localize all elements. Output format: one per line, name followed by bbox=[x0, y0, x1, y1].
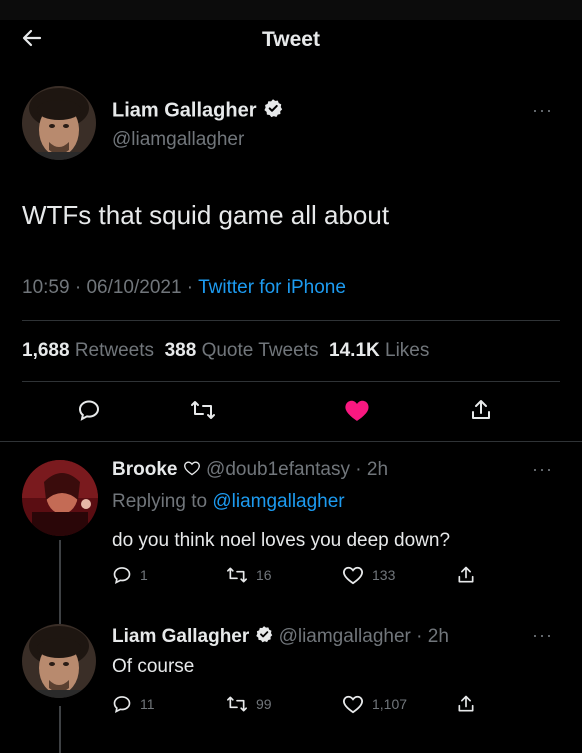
thread-line bbox=[59, 540, 61, 630]
page-title: Tweet bbox=[262, 28, 320, 51]
reply-button[interactable] bbox=[72, 393, 106, 427]
quotes-stat[interactable]: 388 Quote Tweets bbox=[165, 340, 319, 361]
tweet-date: 06/10/2021 bbox=[86, 277, 182, 298]
tweet-stats: 1,688 Retweets 388 Quote Tweets 14.1K Li… bbox=[22, 340, 429, 362]
replying-to-link[interactable]: @liamgallagher bbox=[212, 491, 344, 512]
like-count: 1,107 bbox=[372, 696, 408, 712]
retweet-icon bbox=[191, 401, 215, 419]
reply-count: 1 bbox=[140, 567, 148, 583]
verified-badge-icon bbox=[255, 625, 273, 649]
reply-author-name[interactable]: Liam Gallagher bbox=[112, 626, 249, 647]
reply-icon bbox=[78, 400, 100, 421]
likes-stat[interactable]: 14.1K Likes bbox=[329, 340, 429, 361]
reply-author-name[interactable]: Brooke bbox=[112, 459, 177, 480]
like-button[interactable]: 133 bbox=[342, 565, 395, 585]
back-arrow-icon bbox=[22, 29, 42, 47]
retweet-button[interactable] bbox=[186, 393, 220, 427]
tweet-meta: 10:59 · 06/10/2021 · Twitter for iPhone bbox=[22, 277, 346, 298]
heart-icon bbox=[343, 566, 363, 585]
tweet-text: WTFs that squid game all about bbox=[22, 200, 390, 230]
reply-time: 2h bbox=[366, 459, 389, 480]
like-button[interactable]: 1,107 bbox=[342, 694, 407, 714]
more-icon: ··· bbox=[532, 459, 553, 479]
retweet-count: 99 bbox=[256, 696, 272, 712]
heart-icon bbox=[343, 695, 363, 714]
avatar[interactable] bbox=[22, 460, 98, 536]
more-icon: ··· bbox=[532, 100, 553, 120]
author-handle[interactable]: @liamgallagher bbox=[112, 129, 244, 151]
reply-author-handle[interactable]: @liamgallagher bbox=[279, 626, 411, 647]
retweet-button[interactable]: 99 bbox=[226, 694, 272, 714]
share-button[interactable] bbox=[464, 393, 498, 427]
retweet-icon bbox=[226, 567, 247, 583]
share-icon bbox=[472, 400, 490, 419]
avatar[interactable] bbox=[22, 624, 96, 698]
retweet-count: 16 bbox=[256, 567, 272, 583]
share-icon bbox=[458, 695, 474, 712]
reply-button[interactable]: 11 bbox=[112, 694, 155, 714]
reply-icon bbox=[113, 696, 131, 714]
more-icon: ··· bbox=[532, 625, 553, 645]
reply-text: Of course bbox=[112, 656, 195, 677]
reply-count: 11 bbox=[140, 696, 155, 712]
more-button[interactable]: ··· bbox=[532, 625, 553, 646]
share-icon bbox=[458, 566, 474, 583]
reply-text: do you think noel loves you deep down? bbox=[112, 530, 451, 551]
author-row: Liam Gallagher bbox=[112, 98, 283, 124]
reply-header: Liam Gallagher @liamgallagher · 2h bbox=[112, 625, 449, 649]
like-button[interactable] bbox=[340, 393, 374, 427]
verified-badge-icon bbox=[263, 98, 283, 124]
reply-icon bbox=[113, 567, 131, 585]
thread-line bbox=[59, 706, 61, 753]
share-button[interactable] bbox=[456, 694, 476, 714]
more-button[interactable]: ··· bbox=[532, 459, 553, 480]
reply-author-handle[interactable]: @doub1efantasy bbox=[206, 459, 350, 480]
heart-icon bbox=[345, 400, 369, 421]
back-button[interactable] bbox=[16, 22, 48, 54]
replying-to: Replying to @liamgallagher bbox=[112, 491, 345, 512]
avatar[interactable] bbox=[22, 86, 96, 160]
divider bbox=[22, 381, 560, 382]
reply-time: 2h bbox=[427, 626, 449, 648]
divider bbox=[0, 441, 582, 442]
retweets-stat[interactable]: 1,688 Retweets bbox=[22, 340, 154, 361]
heart-outline-icon bbox=[183, 459, 201, 480]
share-button[interactable] bbox=[456, 565, 476, 585]
reply-header: Brooke @doub1efantasy · 2h bbox=[112, 459, 389, 480]
more-button[interactable]: ··· bbox=[532, 100, 553, 121]
retweet-icon bbox=[226, 696, 247, 712]
divider bbox=[22, 320, 560, 321]
author-name[interactable]: Liam Gallagher bbox=[112, 99, 257, 121]
reply-button[interactable]: 1 bbox=[112, 565, 148, 585]
status-bar bbox=[0, 0, 582, 20]
tweet-source[interactable]: Twitter for iPhone bbox=[198, 277, 346, 298]
header: Tweet bbox=[0, 20, 582, 58]
retweet-button[interactable]: 16 bbox=[226, 565, 272, 585]
like-count: 133 bbox=[372, 567, 396, 583]
tweet-time: 10:59 bbox=[22, 277, 70, 298]
